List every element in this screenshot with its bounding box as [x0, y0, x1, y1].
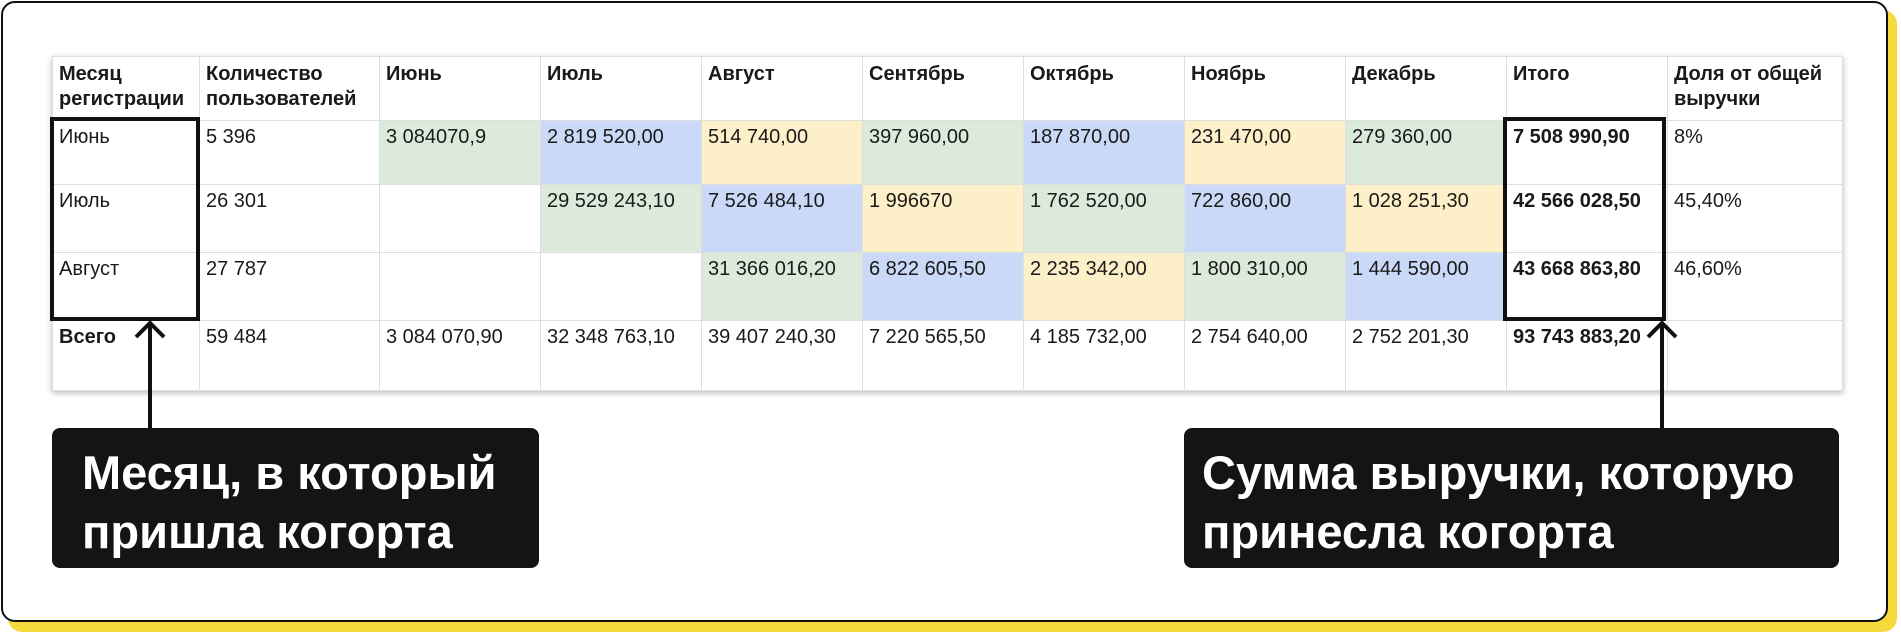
revenue-cell: 6 822 605,50	[862, 252, 1024, 321]
header-june: Июнь	[379, 56, 541, 121]
user-count-cell: 27 787	[199, 252, 380, 321]
revenue-cell: 1 444 590,00	[1345, 252, 1507, 321]
revenue-cell: 2 819 520,00	[540, 120, 702, 185]
share-cell: 8%	[1667, 120, 1843, 185]
total-row-label: Всего	[52, 320, 200, 391]
share-cell: 45,40%	[1667, 184, 1843, 253]
header-september: Сентябрь	[862, 56, 1024, 121]
table-total-row: Всего 59 484 3 084 070,90 32 348 763,10 …	[52, 320, 1843, 391]
revenue-cell: 1 762 520,00	[1023, 184, 1185, 253]
header-registration-month: Месяц регистрации	[52, 56, 200, 121]
revenue-cell: 29 529 243,10	[540, 184, 702, 253]
revenue-cell: 187 870,00	[1023, 120, 1185, 185]
revenue-total-cell: 4 185 732,00	[1023, 320, 1185, 391]
revenue-total-cell: 3 084 070,90	[379, 320, 541, 391]
callout-line: Месяц, в который	[82, 446, 497, 499]
revenue-cell: 1 996670	[862, 184, 1024, 253]
header-total: Итого	[1506, 56, 1668, 121]
grand-total-cell: 93 743 883,20	[1506, 320, 1668, 391]
revenue-cell	[540, 252, 702, 321]
revenue-cell	[379, 184, 541, 253]
header-october: Октябрь	[1023, 56, 1185, 121]
left-arrow-icon	[134, 320, 166, 339]
revenue-cell: 1 800 310,00	[1184, 252, 1346, 321]
cohort-month-highlight-frame	[50, 117, 200, 321]
revenue-cell: 231 470,00	[1184, 120, 1346, 185]
right-arrow-icon	[1646, 320, 1678, 339]
share-cell	[1667, 320, 1843, 391]
revenue-cell: 1 028 251,30	[1345, 184, 1507, 253]
revenue-cell: 279 360,00	[1345, 120, 1507, 185]
total-revenue-highlight-frame	[1503, 117, 1666, 321]
share-cell: 46,60%	[1667, 252, 1843, 321]
revenue-total-cell: 39 407 240,30	[701, 320, 863, 391]
cohort-month-callout: Месяц, в который пришла когорта	[52, 428, 539, 568]
revenue-total-cell: 7 220 565,50	[862, 320, 1024, 391]
revenue-total-cell: 2 752 201,30	[1345, 320, 1507, 391]
revenue-cell: 7 526 484,10	[701, 184, 863, 253]
revenue-cell: 514 740,00	[701, 120, 863, 185]
revenue-cell: 397 960,00	[862, 120, 1024, 185]
header-november: Ноябрь	[1184, 56, 1346, 121]
user-count-cell: 26 301	[199, 184, 380, 253]
user-count-cell: 59 484	[199, 320, 380, 391]
revenue-cell: 722 860,00	[1184, 184, 1346, 253]
header-august: Август	[701, 56, 863, 121]
header-july: Июль	[540, 56, 702, 121]
header-december: Декабрь	[1345, 56, 1507, 121]
callout-line: Сумма выручки, которую	[1202, 446, 1795, 499]
revenue-cell	[379, 252, 541, 321]
revenue-total-cell: 32 348 763,10	[540, 320, 702, 391]
callout-line: пришла когорта	[82, 505, 453, 558]
header-user-count: Количество пользователей	[199, 56, 380, 121]
revenue-cell: 31 366 016,20	[701, 252, 863, 321]
table-header-row: Месяц регистрации Количество пользовател…	[52, 56, 1843, 121]
user-count-cell: 5 396	[199, 120, 380, 185]
revenue-cell: 2 235 342,00	[1023, 252, 1185, 321]
cohort-revenue-callout: Сумма выручки, которую принесла когорта	[1184, 428, 1839, 568]
revenue-cell: 3 084070,9	[379, 120, 541, 185]
callout-line: принесла когорта	[1202, 505, 1614, 558]
revenue-total-cell: 2 754 640,00	[1184, 320, 1346, 391]
header-revenue-share: Доля от общей выручки	[1667, 56, 1843, 121]
